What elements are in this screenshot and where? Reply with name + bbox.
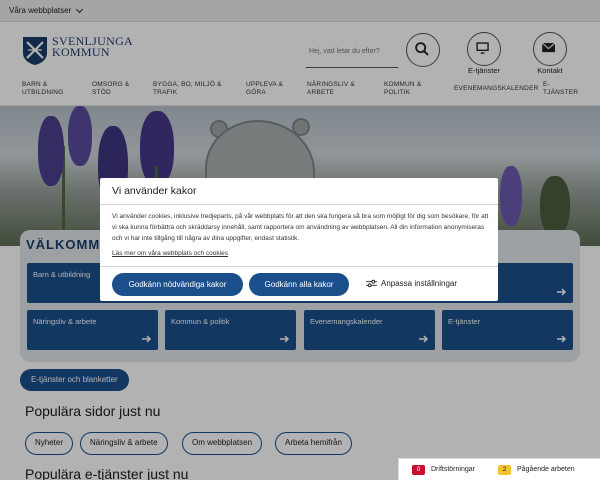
divider — [100, 204, 498, 205]
status-bar: 0 Driftstörningar 2 Pågående arbeten — [398, 458, 600, 480]
divider — [100, 266, 498, 267]
cookie-text: Vi använder cookies, inklusive tredjepar… — [112, 213, 489, 242]
ongoing-work-link[interactable]: Pågående arbeten — [517, 466, 575, 473]
accept-necessary-button[interactable]: Godkänn nödvändiga kakor — [112, 273, 243, 296]
cookie-title: Vi använder kakor — [112, 185, 197, 197]
work-count-badge: 2 — [498, 465, 511, 475]
customize-settings-button[interactable]: Anpassa inställningar — [366, 279, 457, 288]
cookie-dialog: Vi använder kakor Vi använder cookies, i… — [100, 178, 498, 301]
drift-link[interactable]: Driftstörningar — [431, 466, 475, 473]
drift-count-badge: 0 — [412, 465, 425, 475]
accept-all-button[interactable]: Godkänn alla kakor — [249, 273, 349, 296]
cookie-readmore-link[interactable]: Läs mer om våra webbplats och cookies — [112, 250, 228, 257]
sliders-icon — [366, 279, 377, 288]
customize-label: Anpassa inställningar — [381, 279, 458, 288]
